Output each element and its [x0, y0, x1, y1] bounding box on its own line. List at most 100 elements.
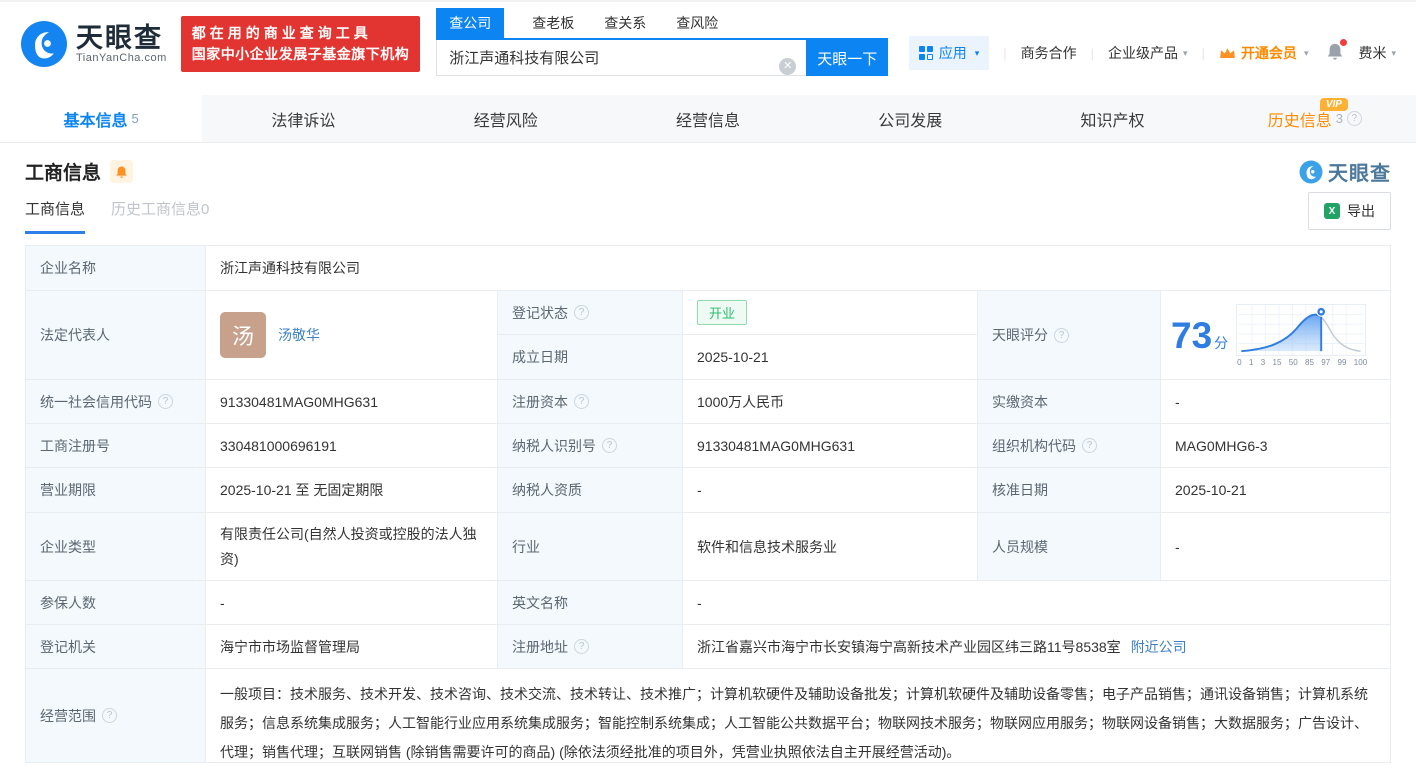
field-label-establish-date: 成立日期 [498, 335, 683, 380]
tab-label: 基本信息 [64, 107, 128, 131]
tab-intellectual-property[interactable]: 知识产权 [1011, 95, 1213, 142]
search-area: 查公司 查老板 查关系 查风险 天眼一下 ✕ [436, 8, 888, 76]
user-menu[interactable]: 费米 ▾ [1358, 43, 1396, 63]
search-tab-relation[interactable]: 查关系 [602, 8, 648, 38]
tab-company-development[interactable]: 公司发展 [809, 95, 1011, 142]
field-label-company-name: 企业名称 [26, 246, 206, 291]
help-icon[interactable]: ? [1054, 328, 1069, 343]
logo-title: 天眼查 [76, 24, 167, 52]
field-value-registered-capital: 1000万人民币 [683, 380, 978, 424]
help-icon[interactable]: ? [1082, 438, 1097, 453]
promo-banner: 都在用的商业查询工具 国家中小企业发展子基金旗下机构 [181, 16, 421, 72]
help-icon[interactable]: ? [102, 708, 117, 723]
help-icon[interactable]: ? [574, 639, 589, 654]
section-header: 工商信息 天眼查 [25, 157, 1391, 186]
field-label-legal-representative: 法定代表人 [26, 291, 206, 380]
tab-business-info[interactable]: 经营信息 [607, 95, 809, 142]
promo-line2: 国家中小企业发展子基金旗下机构 [192, 44, 410, 65]
membership-label: 开通会员 [1241, 43, 1297, 63]
chevron-down-icon: ▾ [975, 48, 980, 59]
field-label-business-scope: 经营范围 ? [26, 669, 206, 762]
field-value-business-scope: 一般项目：技术服务、技术开发、技术咨询、技术交流、技术转让、技术推广；计算机软硬… [206, 669, 1390, 762]
tick-label: 1 [1249, 358, 1253, 367]
tab-count: 5 [132, 111, 139, 126]
tianyancha-logo[interactable]: 天眼查 TianYanCha.com [20, 20, 167, 68]
field-label-insured-count: 参保人数 [26, 581, 206, 625]
legal-rep-name-link[interactable]: 汤敬华 [278, 325, 320, 345]
score-axis-ticks: 0131550859799100 [1236, 358, 1368, 367]
status-badge: 开业 [697, 300, 747, 325]
field-label-industry: 行业 [498, 513, 683, 581]
divider: | [1091, 46, 1094, 61]
field-value-taxpayer-quality: - [683, 468, 978, 513]
field-value-registration-authority: 海宁市市场监督管理局 [206, 625, 498, 669]
field-value-registration-status: 开业 [683, 291, 978, 335]
score-curve-chart [1236, 304, 1366, 356]
tab-operational-risk[interactable]: 经营风险 [405, 95, 607, 142]
company-tab-bar: 基本信息 5 法律诉讼 经营风险 经营信息 公司发展 知识产权 VIP 历史信息… [0, 95, 1416, 143]
search-tab-company[interactable]: 查公司 [436, 8, 504, 38]
search-input[interactable] [436, 40, 806, 76]
divider: | [1003, 46, 1006, 61]
field-label-company-type: 企业类型 [26, 513, 206, 581]
tab-legal-proceedings[interactable]: 法律诉讼 [202, 95, 404, 142]
search-tab-boss[interactable]: 查老板 [530, 8, 576, 38]
divider: | [1202, 46, 1205, 61]
crown-icon [1219, 46, 1236, 60]
nav-enterprise-products[interactable]: 企业级产品 ▾ [1108, 43, 1188, 63]
subtab-business-registration[interactable]: 工商信息 [25, 198, 85, 234]
tick-label: 85 [1305, 358, 1314, 367]
subtab-history-registration[interactable]: 历史工商信息0 [111, 198, 209, 234]
promo-line1: 都在用的商业查询工具 [192, 23, 410, 44]
score-number: 73 [1171, 315, 1212, 356]
field-label-registered-capital: 注册资本 ? [498, 380, 683, 424]
field-value-registration-number: 330481000696191 [206, 424, 498, 468]
tab-label: 法律诉讼 [271, 107, 335, 131]
field-label-paid-capital: 实缴资本 [978, 380, 1161, 424]
chevron-down-icon: ▾ [1304, 48, 1309, 59]
notifications-button[interactable] [1326, 42, 1344, 64]
vip-badge: VIP [1320, 98, 1348, 111]
chevron-down-icon: ▾ [1391, 48, 1396, 59]
label-text: 统一社会信用代码 [40, 392, 152, 412]
field-label-taxpayer-quality: 纳税人资质 [498, 468, 683, 513]
field-label-tianyan-score: 天眼评分 ? [978, 291, 1161, 380]
nav-cooperation[interactable]: 商务合作 [1021, 43, 1077, 63]
tab-label: 知识产权 [1081, 107, 1145, 131]
header-nav: 应用 ▾ | 商务合作 | 企业级产品 ▾ | 开通会员 ▾ 费米 ▾ [909, 36, 1396, 70]
help-icon[interactable]: ? [574, 394, 589, 409]
field-label-approval-date: 核准日期 [978, 468, 1161, 513]
help-icon[interactable]: ? [602, 438, 617, 453]
username: 费米 [1358, 43, 1386, 63]
tick-label: 15 [1273, 358, 1282, 367]
tab-label: 公司发展 [878, 107, 942, 131]
field-value-credit-code: 91330481MAG0MHG631 [206, 380, 498, 424]
field-value-org-code: MAG0MHG6-3 [1161, 424, 1390, 468]
subscribe-bell-button[interactable] [110, 160, 133, 183]
nearby-companies-link[interactable]: 附近公司 [1131, 637, 1187, 657]
field-label-taxpayer-id: 纳税人识别号 ? [498, 424, 683, 468]
field-label-staff-size: 人员规模 [978, 513, 1161, 581]
tab-label: 经营风险 [474, 107, 538, 131]
tick-label: 50 [1289, 358, 1298, 367]
subtab-row: 工商信息 历史工商信息0 X 导出 [25, 196, 1391, 236]
help-icon[interactable]: ? [158, 394, 173, 409]
enterprise-label: 企业级产品 [1108, 43, 1178, 63]
tab-basic-info[interactable]: 基本信息 5 [0, 95, 202, 142]
open-membership-button[interactable]: 开通会员 ▾ [1219, 43, 1309, 63]
apps-menu[interactable]: 应用 ▾ [909, 36, 990, 70]
help-icon[interactable]: ? [574, 305, 589, 320]
legal-rep-avatar[interactable]: 汤 [220, 312, 266, 358]
tab-count: 3 [1336, 111, 1343, 126]
tick-label: 100 [1354, 358, 1367, 367]
tab-history-info[interactable]: VIP 历史信息 3 ? [1214, 95, 1416, 142]
section-title: 工商信息 [25, 158, 101, 185]
field-value-industry: 软件和信息技术服务业 [683, 513, 978, 581]
label-text: 注册地址 [512, 637, 568, 657]
field-label-business-term: 营业期限 [26, 468, 206, 513]
search-tab-risk[interactable]: 查风险 [674, 8, 720, 38]
field-label-registration-number: 工商注册号 [26, 424, 206, 468]
search-button[interactable]: 天眼一下 [806, 40, 888, 76]
help-icon[interactable]: ? [1347, 111, 1362, 126]
export-button[interactable]: X 导出 [1308, 192, 1391, 230]
